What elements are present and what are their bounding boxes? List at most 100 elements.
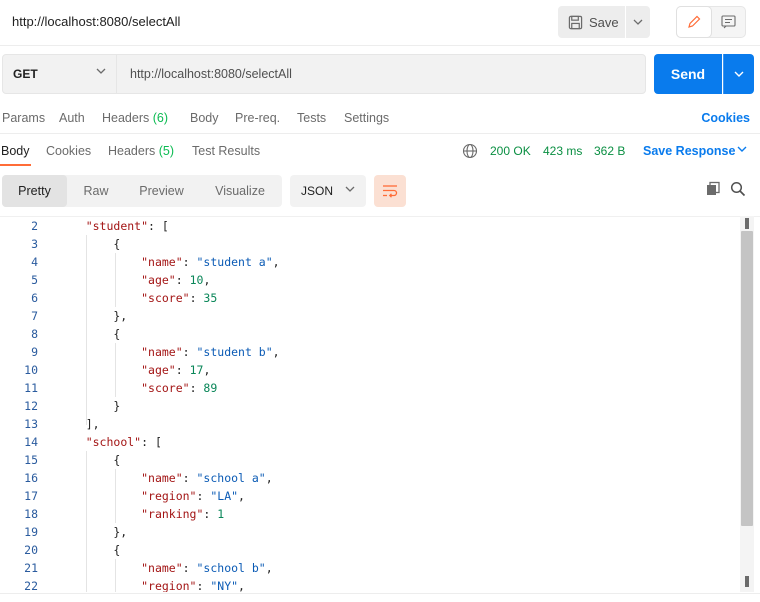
tab-label: Headers: [102, 111, 150, 125]
tab-label: Params: [2, 111, 46, 125]
save-icon: [568, 15, 583, 29]
line-number: 2: [31, 219, 38, 233]
chevron-down-icon[interactable]: [737, 146, 747, 152]
wrap-lines-button[interactable]: [374, 175, 406, 207]
line-number: 7: [31, 309, 38, 323]
send-options-button[interactable]: [723, 54, 754, 94]
line-number: 21: [24, 561, 38, 575]
format-select[interactable]: JSON: [290, 175, 366, 207]
body-view-tabs: Pretty Raw Preview Visualize: [2, 175, 282, 207]
response-time[interactable]: 423 ms: [543, 144, 582, 158]
chevron-down-icon: [734, 71, 744, 77]
line-number: 22: [24, 579, 38, 592]
tab-auth[interactable]: Auth: [59, 111, 85, 125]
copy-icon[interactable]: [705, 181, 721, 197]
save-label: Save: [589, 14, 619, 30]
code-text: },: [58, 525, 128, 539]
code-line: 7 },: [0, 307, 740, 325]
response-tab-headers[interactable]: Headers (5): [108, 144, 174, 158]
pencil-icon: [688, 15, 701, 28]
view-tab-preview[interactable]: Preview: [125, 175, 198, 207]
code-text: "name": "school b",: [141, 561, 273, 575]
tab-settings[interactable]: Settings: [344, 111, 389, 125]
tab-tests[interactable]: Tests: [297, 111, 326, 125]
documentation-mode-button[interactable]: [711, 7, 745, 37]
tab-label: Headers: [108, 144, 156, 158]
code-line: 14 "school": [: [0, 433, 740, 451]
code-line: 20 {: [0, 541, 740, 559]
line-number: 18: [24, 507, 38, 521]
request-title[interactable]: http://localhost:8080/selectAll: [12, 14, 180, 29]
status-code[interactable]: 200 OK: [490, 144, 531, 158]
code-text: },: [58, 309, 128, 323]
code-line: 6 "score": 35: [0, 289, 740, 307]
globe-icon[interactable]: [462, 143, 478, 159]
code-line: 18 "ranking": 1: [0, 505, 740, 523]
search-icon[interactable]: [730, 181, 746, 197]
line-number: 12: [24, 399, 38, 413]
code-text: "age": 17,: [141, 363, 211, 377]
line-number: 20: [24, 543, 38, 557]
code-text: "age": 10,: [141, 273, 211, 287]
url-input[interactable]: [118, 55, 645, 93]
line-number: 5: [31, 273, 38, 287]
code-text: "score": 35: [141, 291, 218, 305]
code-text: "name": "student b",: [141, 345, 280, 359]
response-size[interactable]: 362 B: [594, 144, 625, 158]
save-response-button[interactable]: Save Response: [643, 144, 735, 158]
line-number: 16: [24, 471, 38, 485]
code-text: "name": "student a",: [141, 255, 280, 269]
scrollbar-thumb[interactable]: [741, 231, 753, 526]
response-tab-body[interactable]: Body: [1, 144, 30, 158]
code-line: 9 "name": "student b",: [0, 343, 740, 361]
send-button[interactable]: Send: [654, 54, 722, 94]
comment-icon: [720, 15, 736, 29]
view-tab-raw[interactable]: Raw: [67, 175, 125, 207]
status-bar: [0, 593, 760, 602]
chevron-down-icon: [345, 186, 355, 192]
wrap-lines-icon: [383, 185, 398, 198]
format-label: JSON: [301, 184, 334, 198]
code-line: 2 "student": [: [0, 217, 740, 235]
code-text: "student": [: [85, 219, 169, 233]
tab-headers[interactable]: Headers (6): [102, 111, 168, 125]
code-line: 4 "name": "student a",: [0, 253, 740, 271]
chevron-down-icon: [633, 19, 643, 25]
view-tab-pretty[interactable]: Pretty: [2, 175, 67, 207]
code-line: 10 "age": 17,: [0, 361, 740, 379]
response-tab-test-results[interactable]: Test Results: [192, 144, 260, 158]
code-text: ],: [58, 417, 100, 431]
tab-label: Pre-req.: [235, 111, 281, 125]
tab-label: Settings: [344, 111, 390, 125]
line-number: 3: [31, 237, 38, 251]
save-button[interactable]: Save: [558, 6, 625, 38]
scroll-down-arrow[interactable]: [745, 576, 749, 587]
code-line: 19 },: [0, 523, 740, 541]
code-line: 5 "age": 10,: [0, 271, 740, 289]
edit-mode-button[interactable]: [677, 7, 711, 37]
code-line: 12 }: [0, 397, 740, 415]
code-line: 11 "score": 89: [0, 379, 740, 397]
code-text: "score": 89: [141, 381, 218, 395]
request-header: http://localhost:8080/selectAll Save: [0, 0, 760, 46]
line-number: 13: [24, 417, 38, 431]
headers-count: (6): [152, 111, 169, 125]
tab-label: Auth: [59, 111, 85, 125]
tab-label: Cookies: [46, 144, 92, 158]
code-text: "region": "NY",: [141, 579, 245, 592]
response-body-editor[interactable]: 2 "student": [3 {4 "name": "student a", 5…: [0, 216, 760, 592]
view-tab-visualize[interactable]: Visualize: [198, 175, 282, 207]
response-tab-cookies[interactable]: Cookies: [46, 144, 91, 158]
tab-pre-request[interactable]: Pre-req.: [235, 111, 280, 125]
line-number: 10: [24, 363, 38, 377]
tab-label: Test Results: [192, 144, 261, 158]
tab-params[interactable]: Params: [2, 111, 45, 125]
tab-body[interactable]: Body: [190, 111, 219, 125]
scroll-up-arrow[interactable]: [745, 218, 749, 229]
save-options-button[interactable]: [626, 6, 650, 38]
code-line: 22 "region": "NY",: [0, 577, 740, 592]
method-select[interactable]: GET: [3, 55, 117, 93]
code-text: "region": "LA",: [141, 489, 245, 503]
code-line: 15 {: [0, 451, 740, 469]
cookies-link[interactable]: Cookies: [701, 111, 750, 125]
